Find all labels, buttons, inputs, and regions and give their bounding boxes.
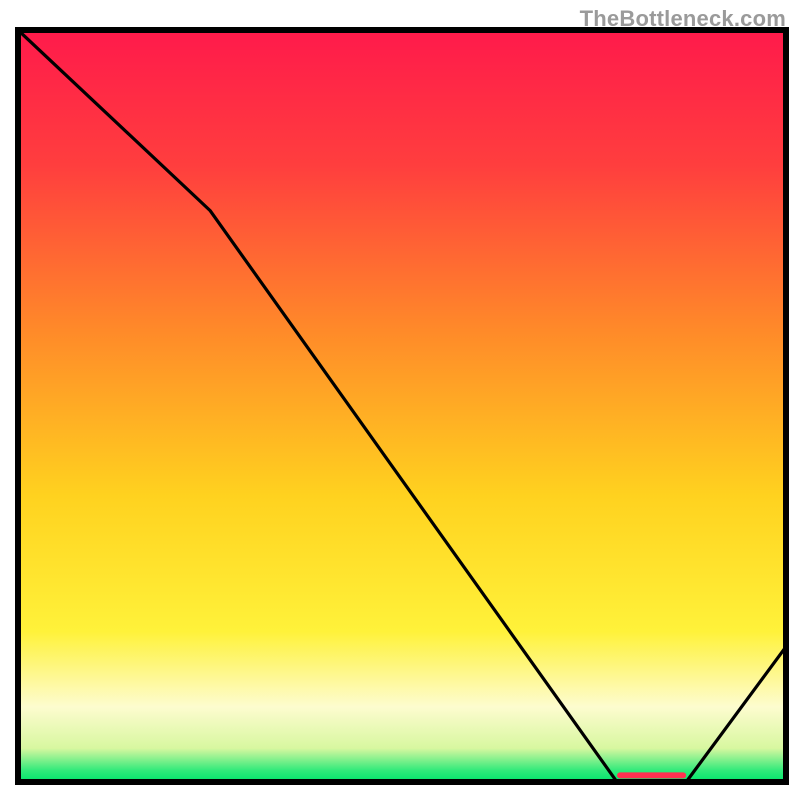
flat-segment-marker: [617, 772, 686, 778]
bottleneck-chart: [0, 0, 800, 800]
chart-container: TheBottleneck.com: [0, 0, 800, 800]
plot-area: [18, 30, 786, 782]
watermark-label: TheBottleneck.com: [580, 6, 786, 32]
gradient-background: [18, 30, 786, 782]
